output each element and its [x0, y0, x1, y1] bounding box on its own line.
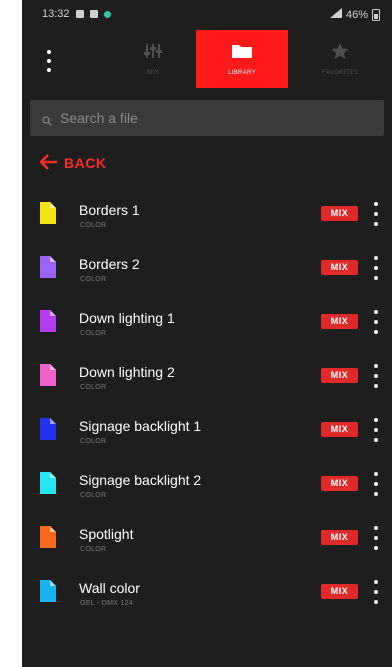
file-icon — [40, 310, 56, 332]
more-options-icon[interactable] — [372, 202, 380, 226]
more-options-icon[interactable] — [372, 418, 380, 442]
tab-library-label: Library — [228, 70, 256, 76]
file-list: Borders 1 COLOR MIX Borders 2 COLOR MIX … — [22, 190, 392, 622]
list-item[interactable]: Borders 2 COLOR MIX — [22, 244, 392, 298]
file-type: COLOR — [80, 222, 107, 229]
battery-percent: 46% — [345, 8, 368, 21]
more-options-icon[interactable] — [372, 472, 380, 496]
search-input[interactable] — [58, 109, 384, 127]
battery-icon — [372, 8, 380, 21]
file-icon — [40, 526, 56, 548]
p-notification-icon — [89, 10, 98, 18]
tab-library[interactable]: Library — [196, 30, 288, 88]
file-name: Borders 1 — [79, 202, 140, 218]
top-nav: Mix Library Favorites — [22, 30, 392, 92]
gallery-notification-icon — [75, 10, 84, 18]
file-icon — [40, 580, 56, 602]
more-options-icon[interactable] — [372, 364, 380, 388]
back-button[interactable]: BACK — [39, 150, 107, 176]
more-options-icon[interactable] — [372, 256, 380, 280]
tab-mix[interactable]: Mix — [110, 30, 196, 88]
mix-badge[interactable]: MIX — [321, 260, 358, 275]
list-item[interactable]: Signage backlight 1 COLOR MIX — [22, 406, 392, 460]
status-bar: 13:32 46% — [22, 0, 392, 30]
file-type: COLOR — [80, 438, 107, 445]
folder-icon — [231, 42, 253, 65]
file-type: GEL - DMX 124 — [80, 600, 134, 607]
file-icon — [40, 418, 56, 440]
back-label: BACK — [64, 155, 107, 171]
mix-badge[interactable]: MIX — [321, 206, 358, 221]
file-name: Signage backlight 2 — [79, 472, 202, 488]
list-item[interactable]: Down lighting 2 COLOR MIX — [22, 352, 392, 406]
file-name: Down lighting 1 — [79, 310, 175, 326]
search-icon — [42, 113, 52, 126]
mix-badge[interactable]: MIX — [321, 314, 358, 329]
file-name: Down lighting 2 — [79, 364, 175, 380]
list-item[interactable]: Signage backlight 2 COLOR MIX — [22, 460, 392, 514]
more-options-icon[interactable] — [372, 526, 380, 550]
more-options-icon[interactable] — [372, 580, 380, 604]
tab-favorites-label: Favorites — [322, 70, 358, 76]
mix-badge[interactable]: MIX — [321, 584, 358, 599]
file-icon — [40, 364, 56, 386]
app-notification-icon — [103, 10, 111, 18]
file-type: COLOR — [80, 492, 107, 499]
file-type: COLOR — [80, 276, 107, 283]
file-name: Spotlight — [79, 526, 134, 542]
mix-badge[interactable]: MIX — [321, 368, 358, 383]
tab-mix-label: Mix — [147, 70, 159, 76]
app-screen: 13:32 46% MIX LIBRARY FAVORITES Search a… — [22, 0, 392, 667]
file-type: COLOR — [80, 546, 107, 553]
menu-kebab-icon[interactable] — [44, 50, 54, 72]
status-time: 13:32 — [42, 8, 70, 20]
mix-badge[interactable]: MIX — [321, 530, 358, 545]
status-left: 13:32 — [42, 8, 111, 20]
file-name: Borders 2 — [79, 256, 140, 272]
file-type: COLOR — [80, 330, 107, 337]
more-options-icon[interactable] — [372, 310, 380, 334]
arrow-left-icon — [39, 153, 58, 173]
list-item[interactable]: Spotlight COLOR MIX — [22, 514, 392, 568]
file-icon — [40, 256, 56, 278]
file-name: Wall color — [79, 580, 140, 596]
list-item[interactable]: Borders 1 COLOR MIX — [22, 190, 392, 244]
status-right: 46% — [329, 8, 380, 21]
file-icon — [40, 202, 56, 224]
file-icon — [40, 472, 56, 494]
list-item[interactable]: Down lighting 1 COLOR MIX — [22, 298, 392, 352]
search-bar — [30, 100, 384, 136]
list-item[interactable]: Wall color GEL - DMX 124 MIX — [22, 568, 392, 622]
file-name: Signage backlight 1 — [79, 418, 202, 434]
mix-badge[interactable]: MIX — [321, 476, 358, 491]
signal-icon — [329, 8, 342, 21]
mix-badge[interactable]: MIX — [321, 422, 358, 437]
tab-favorites[interactable]: Favorites — [292, 30, 388, 88]
star-icon — [330, 42, 350, 65]
sliders-icon — [143, 42, 163, 65]
file-type: COLOR — [80, 384, 107, 391]
